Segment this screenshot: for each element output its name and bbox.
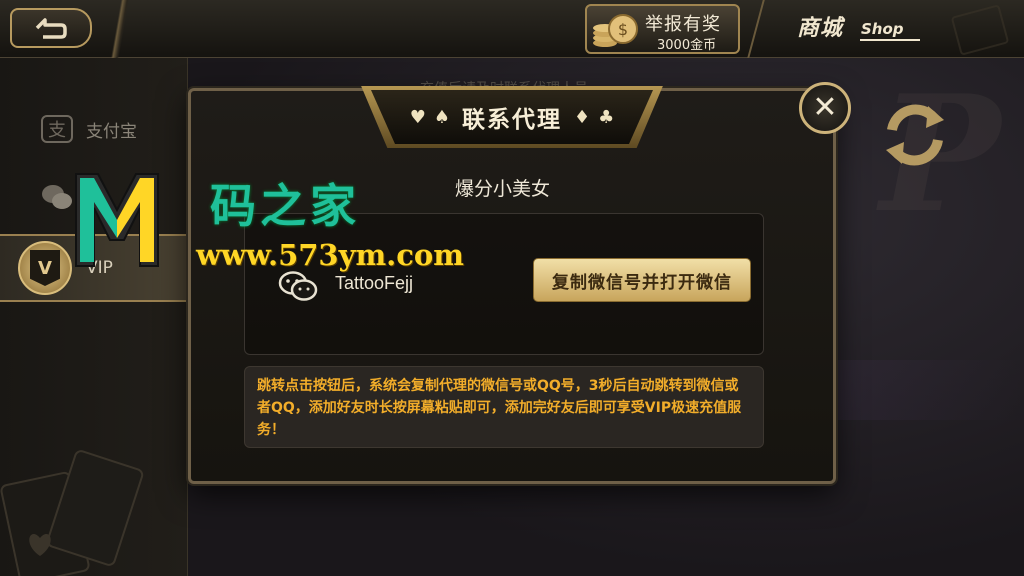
wechat-icon — [278, 271, 318, 301]
dialog-header: ♥ ♠ 联系代理 ♦ ♣ — [371, 90, 653, 144]
back-button[interactable] — [10, 8, 92, 48]
svg-text:$: $ — [618, 20, 628, 39]
shop-underline — [860, 39, 920, 41]
watermark-logo — [75, 173, 159, 267]
close-button[interactable]: ✕ — [799, 82, 851, 134]
vip-badge-icon: V — [18, 241, 72, 295]
shop-divider — [747, 0, 783, 58]
sidebar-item-alipay[interactable]: 支 支付宝 — [0, 98, 188, 160]
heart-suit-icon: ♥ — [409, 106, 426, 128]
report-reward-button[interactable]: $ 举报有奖 3000金币 — [585, 4, 740, 54]
sidebar: 支 支付宝 V VIP — [0, 58, 188, 576]
wechat-icon — [42, 185, 72, 209]
watermark-url: www.573ym.com — [196, 238, 464, 272]
return-arrow-icon — [35, 18, 67, 39]
copy-wechat-button[interactable]: 复制微信号并打开微信 — [533, 258, 751, 302]
svg-text:支: 支 — [48, 120, 66, 141]
top-bar: $ 举报有奖 3000金币 商城 Shop — [0, 0, 1024, 58]
club-suit-icon: ♣ — [598, 106, 615, 128]
diamond-suit-icon: ♦ — [574, 106, 591, 128]
agent-name: 爆分小美女 — [455, 178, 551, 200]
close-icon: ✕ — [812, 90, 838, 125]
sidebar-item-label: 支付宝 — [86, 121, 137, 142]
report-reward-amount: 3000金币 — [657, 38, 717, 53]
shop-button[interactable]: 商城 — [797, 10, 843, 42]
dialog-title: 联系代理 — [462, 107, 562, 133]
shop-label-en[interactable]: Shop — [861, 20, 904, 38]
topbar-divider — [105, 0, 135, 58]
wechat-id: TattooFejj — [335, 273, 414, 293]
alipay-icon: 支 — [41, 115, 73, 143]
card-decoration — [950, 4, 1010, 56]
coin-stack-icon: $ — [593, 14, 638, 47]
refresh-icon[interactable] — [878, 100, 952, 170]
spade-suit-icon: ♠ — [433, 106, 450, 128]
notice-text: 跳转点击按钮后，系统会复制代理的微信号或QQ号，3秒后自动跳转到微信或者QQ，添… — [244, 366, 764, 448]
playing-cards-decoration — [0, 450, 144, 576]
vip-badge-letter: V — [30, 250, 60, 286]
watermark-title: 码之家 — [210, 179, 360, 233]
report-title: 举报有奖 — [645, 14, 721, 35]
